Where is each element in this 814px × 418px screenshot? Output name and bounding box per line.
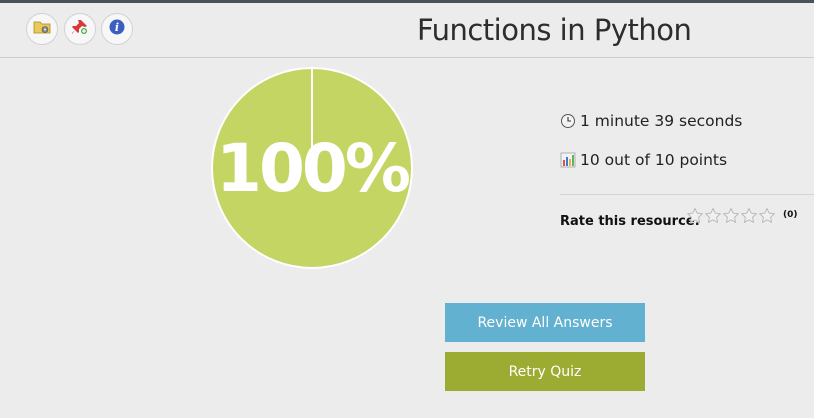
star-icon[interactable] [722,207,740,225]
star-icon[interactable] [704,207,722,225]
info-button[interactable]: i [101,13,133,45]
bar-chart-icon [560,152,576,168]
info-icon: i [108,18,126,40]
star-icon[interactable] [740,207,758,225]
time-text: 1 minute 39 seconds [580,112,743,130]
pin-icon [71,18,89,40]
points-stat: 10 out of 10 points [560,151,727,169]
star-icon[interactable] [686,207,704,225]
folder-gear-icon [33,18,51,40]
clock-icon [560,113,576,129]
time-stat: 1 minute 39 seconds [560,112,742,130]
page-title: Functions in Python [417,13,692,47]
score-percentage: 100% [216,129,411,207]
pin-button[interactable] [64,13,96,45]
retry-quiz-button[interactable]: Retry Quiz [445,352,645,391]
header: i Functions in Python [0,3,814,58]
rating-stars [686,207,776,225]
stats-divider [560,194,814,195]
points-text: 10 out of 10 points [580,151,728,169]
review-all-answers-button[interactable]: Review All Answers [445,303,645,342]
rate-label: Rate this resource: [560,214,700,229]
star-icon[interactable] [758,207,776,225]
folder-settings-button[interactable] [26,13,58,45]
rating-count: (0) [783,210,798,220]
svg-text:i: i [115,21,119,34]
